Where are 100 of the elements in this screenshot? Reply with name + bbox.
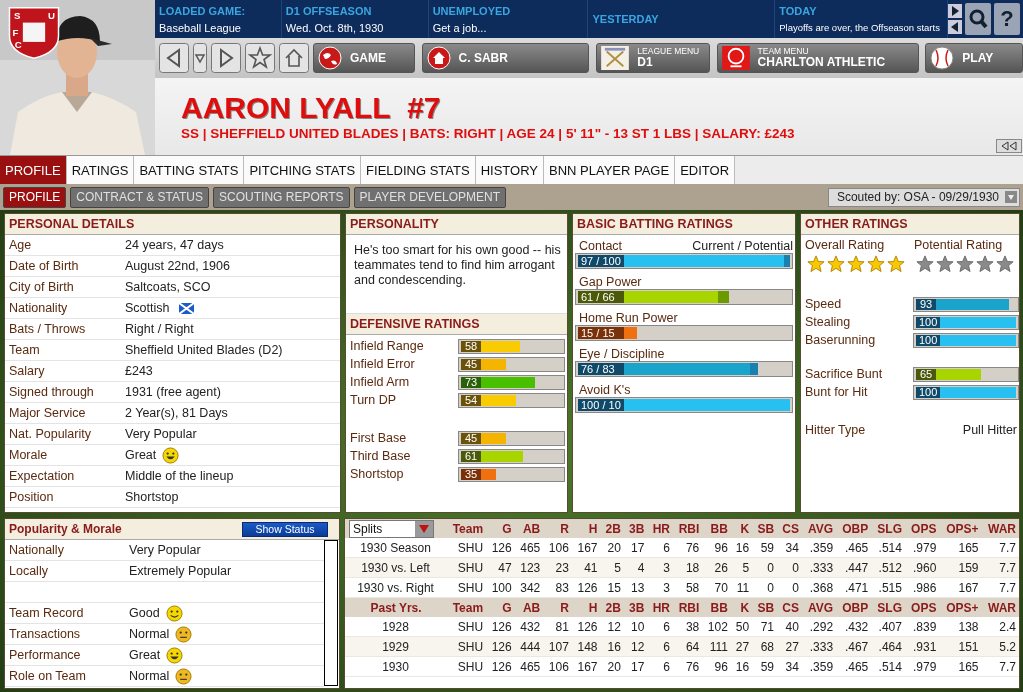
tab[interactable]: BATTING STATS: [134, 156, 245, 184]
rating-value: 76 / 83: [578, 363, 624, 375]
detail-value: 24 years, 47 days: [125, 238, 224, 252]
scout-dropdown[interactable]: Scouted by: OSA - 09/29/1930: [827, 187, 1020, 207]
table-cell: 1930: [382, 659, 409, 674]
rating-value: 73: [461, 376, 481, 388]
table-cell: 20: [607, 659, 621, 674]
star-icon: [916, 255, 934, 273]
detail-value: Good: [129, 606, 160, 620]
table-cell: 3: [663, 560, 670, 575]
table-cell: 138: [958, 619, 979, 634]
help-button[interactable]: ?: [994, 3, 1020, 35]
rating-label: Infield Range: [349, 339, 425, 353]
menu-button[interactable]: PLAY: [925, 43, 1023, 73]
caret-icon: [1005, 191, 1017, 203]
table-cell: 342: [520, 580, 541, 595]
table-cell: 41: [584, 560, 598, 575]
tab[interactable]: EDITOR: [675, 156, 736, 184]
star-icon[interactable]: [245, 43, 275, 73]
table-cell: 444: [520, 639, 541, 654]
rating-label: Bunt for Hit: [804, 385, 869, 399]
table-cell: 167: [958, 580, 979, 595]
table-cell: 16: [735, 659, 750, 674]
table-cell: 465: [520, 540, 541, 555]
home-icon[interactable]: [279, 43, 309, 73]
table-cell: 7.7: [999, 560, 1016, 575]
column-header: RBI: [673, 519, 703, 538]
player-name: AARON LYALL #7: [181, 92, 442, 124]
subtab[interactable]: SCOUTING REPORTS: [213, 186, 350, 208]
table-cell: 5.2: [999, 639, 1016, 654]
forward-icon[interactable]: [948, 4, 962, 18]
detail-label: Age: [8, 238, 33, 252]
table-cell: .979: [913, 540, 937, 555]
dropdown-icon[interactable]: [193, 43, 207, 73]
smiley-icon: [166, 646, 184, 664]
rating-value: 100 / 10: [578, 399, 624, 411]
rating-value: 15 / 15: [578, 327, 624, 339]
table-cell: 1928: [382, 619, 409, 634]
table-cell: 81: [555, 619, 569, 634]
show-status-button[interactable]: Show Status: [242, 521, 328, 537]
globe-icon: [318, 46, 342, 70]
table-cell: 68: [760, 639, 775, 654]
menu-button[interactable]: GAME: [313, 43, 415, 73]
tab[interactable]: RATINGS: [66, 156, 135, 184]
table-cell: .333: [809, 639, 834, 654]
back-icon[interactable]: [948, 20, 962, 34]
rating-label: Shortstop: [349, 467, 405, 481]
rating-value: 45: [461, 432, 481, 444]
panel-title: BASIC BATTING RATINGS: [573, 214, 795, 235]
tab[interactable]: HISTORY: [475, 156, 544, 184]
star-icon: [847, 255, 865, 273]
detail-label: Signed through: [8, 385, 95, 399]
panel-title: PERSONAL DETAILS: [5, 214, 340, 235]
column-header: 2B: [600, 519, 624, 538]
table-cell: 71: [760, 619, 775, 634]
rating-label: Infield Error: [349, 357, 416, 371]
home-icon: [426, 46, 451, 70]
menu-button[interactable]: TEAM MENU CHARLTON ATHLETIC: [716, 43, 920, 73]
rating-value: 61: [461, 450, 481, 462]
menu-button[interactable]: C. SABR: [421, 43, 590, 73]
table-cell: .464: [878, 639, 902, 654]
detail-label: Bats / Throws: [8, 322, 87, 336]
rating-label: Hitter Type: [804, 423, 866, 437]
rating-value: 58: [461, 340, 481, 352]
star-icon: [976, 255, 994, 273]
search-icon[interactable]: [965, 3, 991, 35]
tab[interactable]: PROFILE: [0, 156, 67, 184]
subtab[interactable]: PLAYER DEVELOPMENT: [353, 186, 506, 208]
table-cell: 6: [663, 540, 670, 555]
info-value: Playoffs are over, the Offseason starts: [779, 22, 941, 33]
tab[interactable]: BNN PLAYER PAGE: [543, 156, 676, 184]
subtab[interactable]: CONTRACT & STATUS: [70, 186, 210, 208]
rating-label: Eye / Discipline: [578, 347, 665, 361]
table-cell: 76: [685, 659, 700, 674]
scrollbar[interactable]: [324, 540, 338, 686]
tab[interactable]: FIELDING STATS: [361, 156, 476, 184]
table-cell: .979: [913, 659, 937, 674]
splits-dropdown[interactable]: Splits: [349, 519, 434, 538]
column-header: OPS+: [939, 519, 982, 538]
detail-value: 1931 (free agent): [125, 385, 221, 399]
column-header: BB: [702, 597, 731, 617]
subtab[interactable]: PROFILE: [3, 186, 67, 208]
tab[interactable]: PITCHING STATS: [244, 156, 362, 184]
table-cell: 12: [631, 639, 645, 654]
table-cell: 100: [491, 580, 512, 595]
table-cell: 126: [491, 659, 512, 674]
menu-button[interactable]: LEAGUE MENU D1: [596, 43, 710, 73]
info-value: Wed. Oct. 8th, 1930: [285, 21, 385, 34]
detail-label: Nationally: [8, 543, 65, 557]
detail-label: Morale: [8, 448, 49, 462]
table-cell: .471: [844, 580, 869, 595]
collapse-icon[interactable]: [996, 139, 1022, 153]
column-header: AB: [514, 519, 544, 538]
table-cell: 59: [760, 540, 775, 555]
detail-value: Shortstop: [125, 490, 179, 504]
info-label: D1 OFFSEASON: [285, 4, 373, 17]
panel-title: Popularity & Morale: [8, 522, 122, 536]
detail-value: Right / Right: [125, 322, 194, 336]
table-cell: .407: [878, 619, 902, 634]
table-cell: 1930 vs. Left: [361, 560, 430, 575]
